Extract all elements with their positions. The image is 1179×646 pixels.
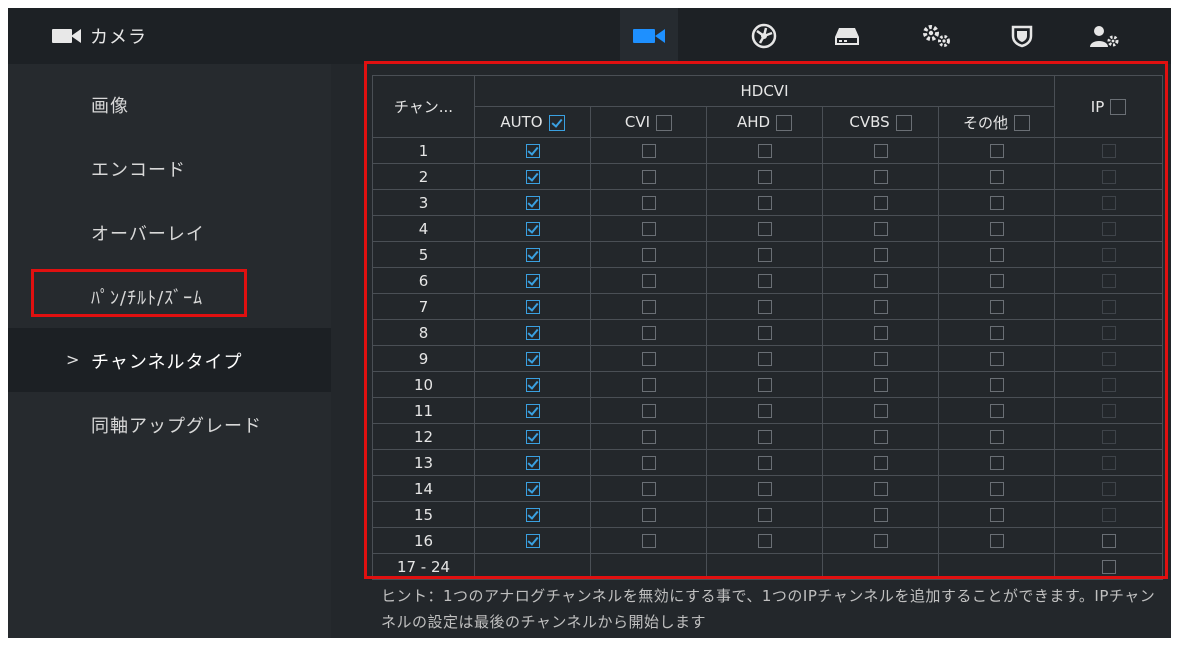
sidebar-item-overlay[interactable]: オーバーレイ: [8, 200, 331, 264]
sidebar-item-label: チャンネルタイプ: [91, 352, 243, 373]
nav-network-icon[interactable]: [735, 8, 793, 64]
sidebar-item-label: エンコード: [91, 160, 186, 181]
nav-camera-icon[interactable]: [620, 8, 678, 64]
sidebar-item-channel-type[interactable]: > チャンネルタイプ: [8, 328, 331, 392]
top-bar: カメラ: [8, 8, 1171, 64]
nav-security-icon[interactable]: [993, 8, 1051, 64]
chevron-right-icon: >: [66, 350, 80, 369]
sidebar-item-coaxial-upgrade[interactable]: 同軸アップグレード: [8, 392, 331, 456]
page-header: カメラ: [52, 23, 147, 49]
sidebar: 画像 エンコード オーバーレイ ﾊﾟﾝ/ﾁﾙﾄ/ｽﾞｰﾑ > チャンネルタイプ …: [8, 64, 331, 638]
page-title: カメラ: [90, 27, 147, 48]
highlight-box: [31, 269, 247, 317]
sidebar-item-label: 同軸アップグレード: [91, 416, 262, 437]
camera-icon: [52, 27, 82, 45]
sidebar-item-label: 画像: [91, 96, 129, 117]
highlight-box: [364, 61, 1168, 579]
sidebar-item-label: オーバーレイ: [91, 224, 205, 245]
nav-storage-icon[interactable]: [818, 8, 876, 64]
hint-text: ヒント：1つのアナログチャンネルを無効にする事で、1つのIPチャンネルを追加する…: [381, 587, 1156, 631]
sidebar-item-encode[interactable]: エンコード: [8, 136, 331, 200]
nav-account-icon[interactable]: [1076, 8, 1134, 64]
nav-system-icon[interactable]: [908, 8, 966, 64]
sidebar-item-image[interactable]: 画像: [8, 72, 331, 136]
